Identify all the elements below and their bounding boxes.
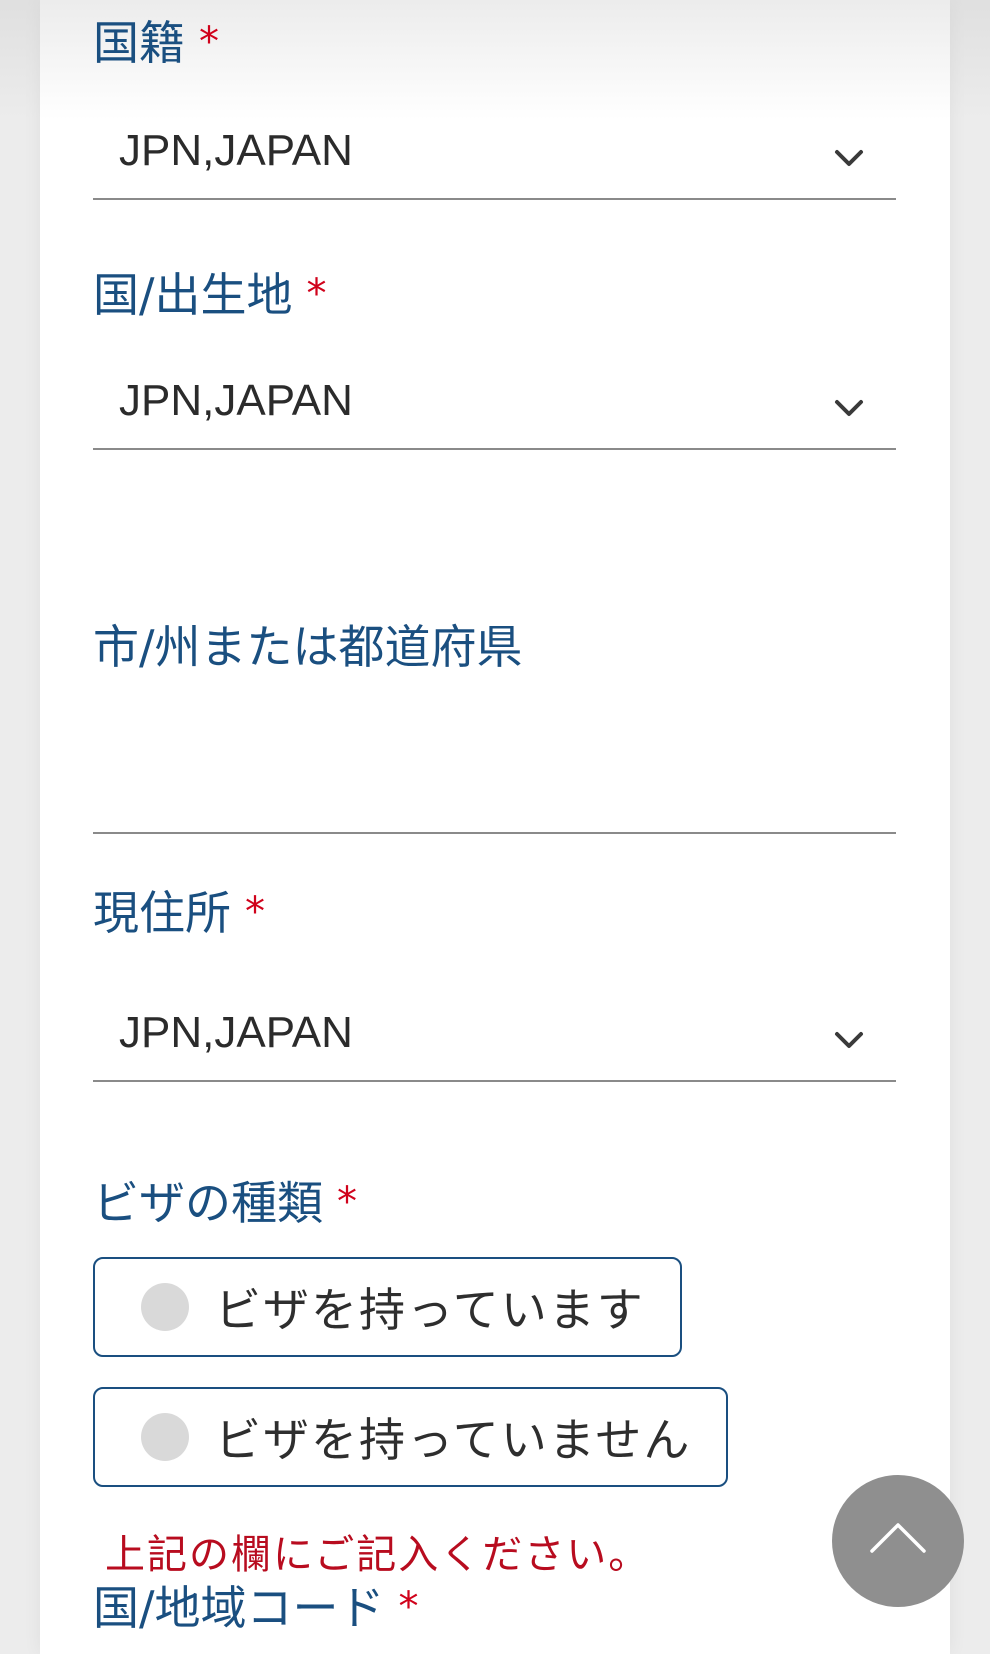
birth-country-value: JPN,JAPAN [119, 376, 353, 425]
chevron-down-icon [835, 400, 863, 416]
radio-has-visa-label: ビザを持っています [215, 1283, 645, 1337]
required-asterisk: * [337, 1179, 357, 1225]
visa-type-label: ビザの種類 * [93, 1180, 357, 1226]
residence-value: JPN,JAPAN [119, 1008, 353, 1057]
birth-city-input[interactable] [93, 752, 896, 834]
radio-no-visa-label: ビザを持っていません [215, 1413, 692, 1467]
required-asterisk: * [306, 271, 327, 317]
birth-country-label-text: 国/出生地 [93, 268, 293, 322]
birth-country-select[interactable]: JPN,JAPAN [93, 358, 896, 450]
radio-circle-icon[interactable] [141, 1413, 189, 1461]
visa-type-label-text: ビザの種類 [93, 1176, 323, 1230]
region-code-label: 国/地域コード * [93, 1585, 419, 1631]
birth-city-label-text: 市/州または都道府県 [93, 620, 523, 674]
radio-circle-icon[interactable] [141, 1283, 189, 1331]
visa-type-error: 上記の欄にご記入ください。 [105, 1532, 651, 1578]
region-code-label-text: 国/地域コード [93, 1581, 385, 1635]
nationality-value: JPN,JAPAN [119, 126, 353, 175]
scroll-to-top-button[interactable] [832, 1475, 964, 1607]
chevron-down-icon [835, 150, 863, 166]
residence-label-text: 現住所 [93, 886, 231, 940]
chevron-down-icon [835, 1032, 863, 1048]
required-asterisk: * [398, 1584, 419, 1630]
radio-no-visa[interactable]: ビザを持っていません [93, 1387, 728, 1487]
required-asterisk: * [199, 19, 219, 65]
residence-select[interactable]: JPN,JAPAN [93, 990, 896, 1082]
nationality-select[interactable]: JPN,JAPAN [93, 108, 896, 200]
nationality-label: 国籍 * [93, 20, 219, 66]
residence-label: 現住所 * [93, 890, 265, 936]
nationality-label-text: 国籍 [93, 16, 185, 70]
birth-country-label: 国/出生地 * [93, 272, 327, 318]
required-asterisk: * [245, 889, 265, 935]
chevron-up-icon [870, 1523, 926, 1553]
radio-has-visa[interactable]: ビザを持っています [93, 1257, 682, 1357]
birth-city-label: 市/州または都道府県 [93, 624, 523, 670]
